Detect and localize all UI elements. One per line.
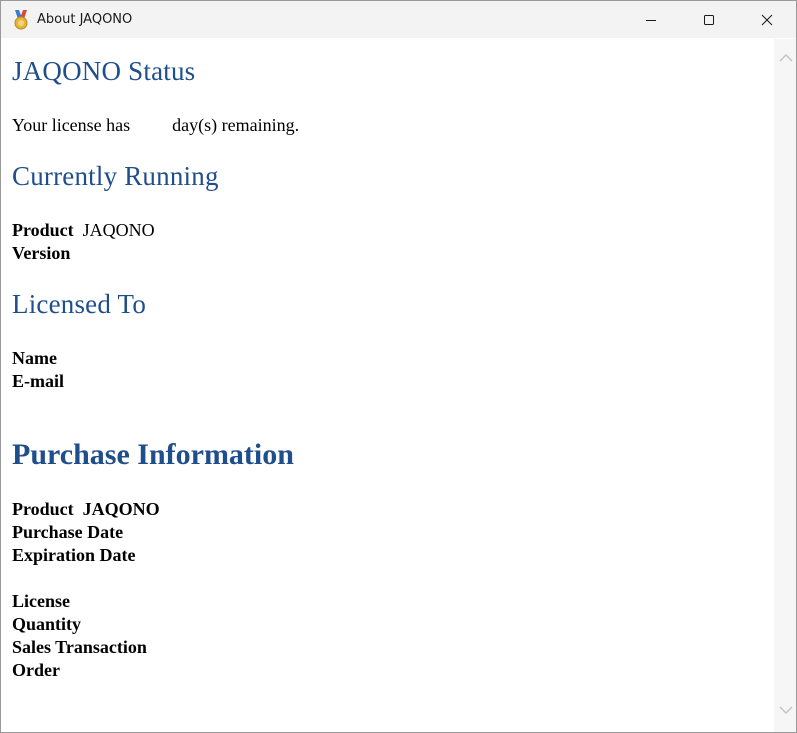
purchase-product-label: Product xyxy=(12,499,74,519)
maximize-button[interactable] xyxy=(680,1,738,38)
license-remaining-text: Your license has day(s) remaining. xyxy=(12,115,299,136)
close-icon xyxy=(761,14,773,25)
status-heading: JAQONO Status xyxy=(12,56,196,86)
purchase-product-row: Product JAQONO xyxy=(12,499,160,520)
title-bar[interactable]: About JAQONO xyxy=(1,1,796,38)
running-product-value: JAQONO xyxy=(82,220,155,240)
running-product-row: Product JAQONO xyxy=(12,220,155,241)
running-heading: Currently Running xyxy=(12,161,219,191)
purchase-heading: Purchase Information xyxy=(12,438,294,471)
license-suffix: day(s) remaining. xyxy=(172,115,300,135)
maximize-icon xyxy=(704,14,714,25)
quantity-label: Quantity xyxy=(12,614,82,634)
licensed-email-label: E-mail xyxy=(12,371,64,391)
close-button[interactable] xyxy=(738,1,796,38)
license-label: License xyxy=(12,591,70,611)
order-label: Order xyxy=(12,660,60,680)
about-content: JAQONO Status Your license has day(s) rem… xyxy=(12,39,772,732)
running-version-label: Version xyxy=(12,243,71,263)
licensed-heading: Licensed To xyxy=(12,289,147,319)
purchase-product-value: JAQONO xyxy=(82,499,160,519)
expiration-date-label: Expiration Date xyxy=(12,545,136,565)
purchase-date-label: Purchase Date xyxy=(12,522,124,542)
license-prefix: Your license has xyxy=(12,115,131,135)
scroll-up-icon[interactable] xyxy=(779,53,793,63)
about-window: About JAQONO JAQONO Status Your license … xyxy=(0,0,797,733)
licensed-name-label: Name xyxy=(12,348,57,368)
window-controls xyxy=(622,1,796,38)
minimize-button[interactable] xyxy=(622,1,680,38)
vertical-scrollbar[interactable] xyxy=(774,39,796,732)
running-product-label: Product xyxy=(12,220,74,240)
scroll-down-icon[interactable] xyxy=(779,705,793,715)
medal-icon xyxy=(11,9,31,30)
window-title: About JAQONO xyxy=(37,12,133,27)
sales-transaction-label: Sales Transaction xyxy=(12,637,147,657)
minimize-icon xyxy=(646,19,656,21)
